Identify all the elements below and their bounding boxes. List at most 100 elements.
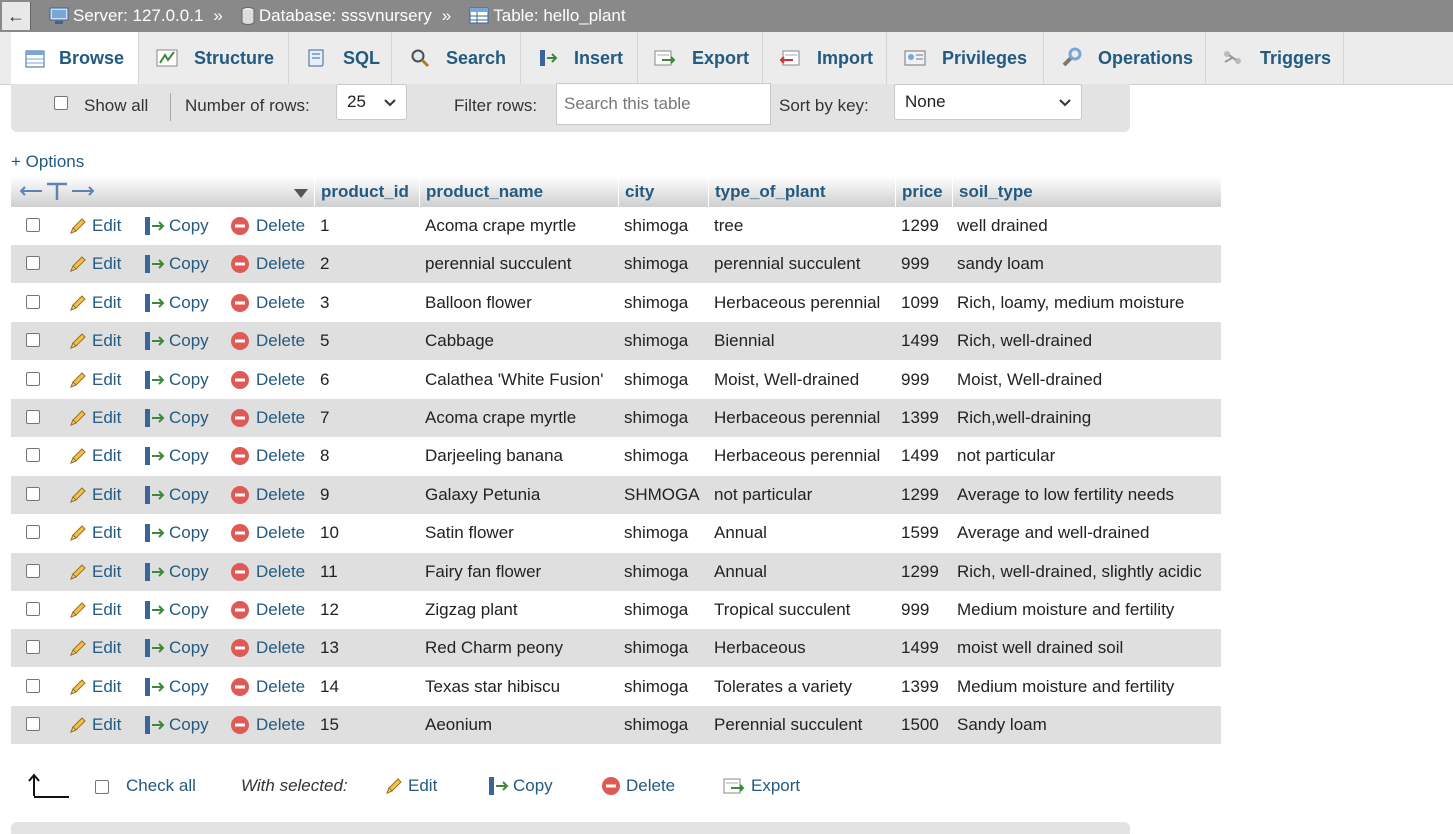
row-delete-link[interactable]: Delete [230,322,305,360]
row-edit-link[interactable]: Edit [68,399,121,437]
row-edit-link[interactable]: Edit [68,668,121,706]
row-edit-link[interactable]: Edit [68,591,121,629]
row-edit-link[interactable]: Edit [68,245,121,283]
tab-insert[interactable]: Insert [521,32,638,84]
row-checkbox[interactable] [26,448,40,463]
column-header-type-of-plant[interactable]: type_of_plant [708,176,895,207]
row-delete-link[interactable]: Delete [230,514,305,552]
row-copy-link[interactable]: Copy [143,476,209,514]
row-copy-link[interactable]: Copy [143,437,209,475]
row-edit-link[interactable]: Edit [68,476,121,514]
breadcrumb-database[interactable]: Database: sssvnursery [241,6,432,26]
show-all-checkbox[interactable] [54,96,68,110]
privileges-icon [904,50,926,66]
row-edit-link[interactable]: Edit [68,322,121,360]
row-copy-link[interactable]: Copy [143,553,209,591]
row-copy-link[interactable]: Copy [143,514,209,552]
check-all-checkbox[interactable] [95,780,109,794]
cell-product-id: 3 [320,292,330,312]
row-edit-link[interactable]: Edit [68,514,121,552]
back-button[interactable]: ← [2,2,31,30]
cell-soil-type: well drained [957,216,1048,235]
options-link[interactable]: + Options [11,152,84,172]
tab-sql[interactable]: SQL [289,32,392,84]
row-delete-link[interactable]: Delete [230,361,305,399]
table-row: Edit Copy Delete 5 Cabbage shimoga Biennial 149… [11,322,1221,361]
column-header-product-id[interactable]: product_id [314,176,421,207]
copy-icon [143,485,165,505]
row-delete-link[interactable]: Delete [230,553,305,591]
row-delete-link[interactable]: Delete [230,245,305,283]
bulk-copy-button[interactable]: Copy [487,776,553,796]
tab-export[interactable]: Export [638,32,763,84]
dropdown-arrow-icon[interactable] [293,185,309,205]
row-delete-link[interactable]: Delete [230,591,305,629]
bulk-export-button[interactable]: Export [723,776,800,796]
row-edit-link[interactable]: Edit [68,629,121,667]
tab-triggers[interactable]: Triggers [1206,32,1344,84]
column-resize-icon[interactable] [19,181,95,206]
tab-import[interactable]: Import [763,32,887,84]
row-copy-link[interactable]: Copy [143,591,209,629]
tab-privileges[interactable]: Privileges [887,32,1044,84]
column-header-city[interactable]: city [618,176,708,207]
row-copy-link[interactable]: Copy [143,245,209,283]
tab-search[interactable]: Search [392,32,521,84]
tab-browse[interactable]: Browse [11,32,139,85]
filter-rows-input[interactable] [556,83,771,125]
row-checkbox[interactable] [26,371,40,386]
row-checkbox[interactable] [26,294,40,309]
row-edit-link[interactable]: Edit [68,284,121,322]
row-copy-link[interactable]: Copy [143,207,209,245]
row-copy-link[interactable]: Copy [143,668,209,706]
delete-icon [230,254,250,274]
row-delete-link[interactable]: Delete [230,706,305,744]
row-delete-link[interactable]: Delete [230,476,305,514]
breadcrumb-table[interactable]: Table: hello_plant [469,6,626,26]
tab-operations[interactable]: Operations [1044,32,1206,84]
rows-select[interactable]: 25 [336,84,407,120]
row-delete-link[interactable]: Delete [230,399,305,437]
row-checkbox[interactable] [26,333,40,348]
row-delete-link[interactable]: Delete [230,668,305,706]
row-checkbox[interactable] [26,410,40,424]
row-checkbox[interactable] [26,525,40,540]
row-checkbox[interactable] [26,678,40,693]
breadcrumb-server[interactable]: Server: 127.0.0.1 [49,6,203,26]
row-copy-link[interactable]: Copy [143,361,209,399]
row-copy-link[interactable]: Copy [143,629,209,667]
row-checkbox[interactable] [26,563,40,578]
row-edit-link[interactable]: Edit [68,437,121,475]
bulk-edit-button[interactable]: Edit [384,776,437,796]
row-edit-link[interactable]: Edit [68,207,121,245]
operations-icon [1060,47,1082,69]
row-edit-link[interactable]: Edit [68,361,121,399]
row-edit-link[interactable]: Edit [68,706,121,744]
row-copy-link[interactable]: Copy [143,706,209,744]
row-checkbox[interactable] [26,602,40,616]
column-header-product-name[interactable]: product_name [419,176,618,207]
row-checkbox[interactable] [26,218,40,232]
row-copy-link[interactable]: Copy [143,399,209,437]
sort-by-key-select[interactable]: None [894,84,1082,120]
row-checkbox[interactable] [26,717,40,732]
row-delete-link[interactable]: Delete [230,629,305,667]
row-copy-link[interactable]: Copy [143,322,209,360]
row-delete-link[interactable]: Delete [230,437,305,475]
row-copy-link[interactable]: Copy [143,284,209,322]
column-header-soil-type[interactable]: soil_type [952,176,1221,207]
row-delete-label: Delete [256,561,306,581]
search-icon [410,48,430,68]
check-all-label[interactable]: Check all [126,776,196,796]
column-header-price[interactable]: price [895,176,952,207]
row-delete-link[interactable]: Delete [230,284,305,322]
cell-product-id: 12 [320,600,339,619]
tab-structure[interactable]: Structure [139,32,289,84]
row-edit-link[interactable]: Edit [68,553,121,591]
row-checkbox[interactable] [26,256,40,271]
row-checkbox[interactable] [26,640,40,655]
row-delete-link[interactable]: Delete [230,207,305,245]
bulk-delete-button[interactable]: Delete [601,776,675,796]
cell-price: 1299 [901,561,939,581]
row-checkbox[interactable] [26,486,40,501]
